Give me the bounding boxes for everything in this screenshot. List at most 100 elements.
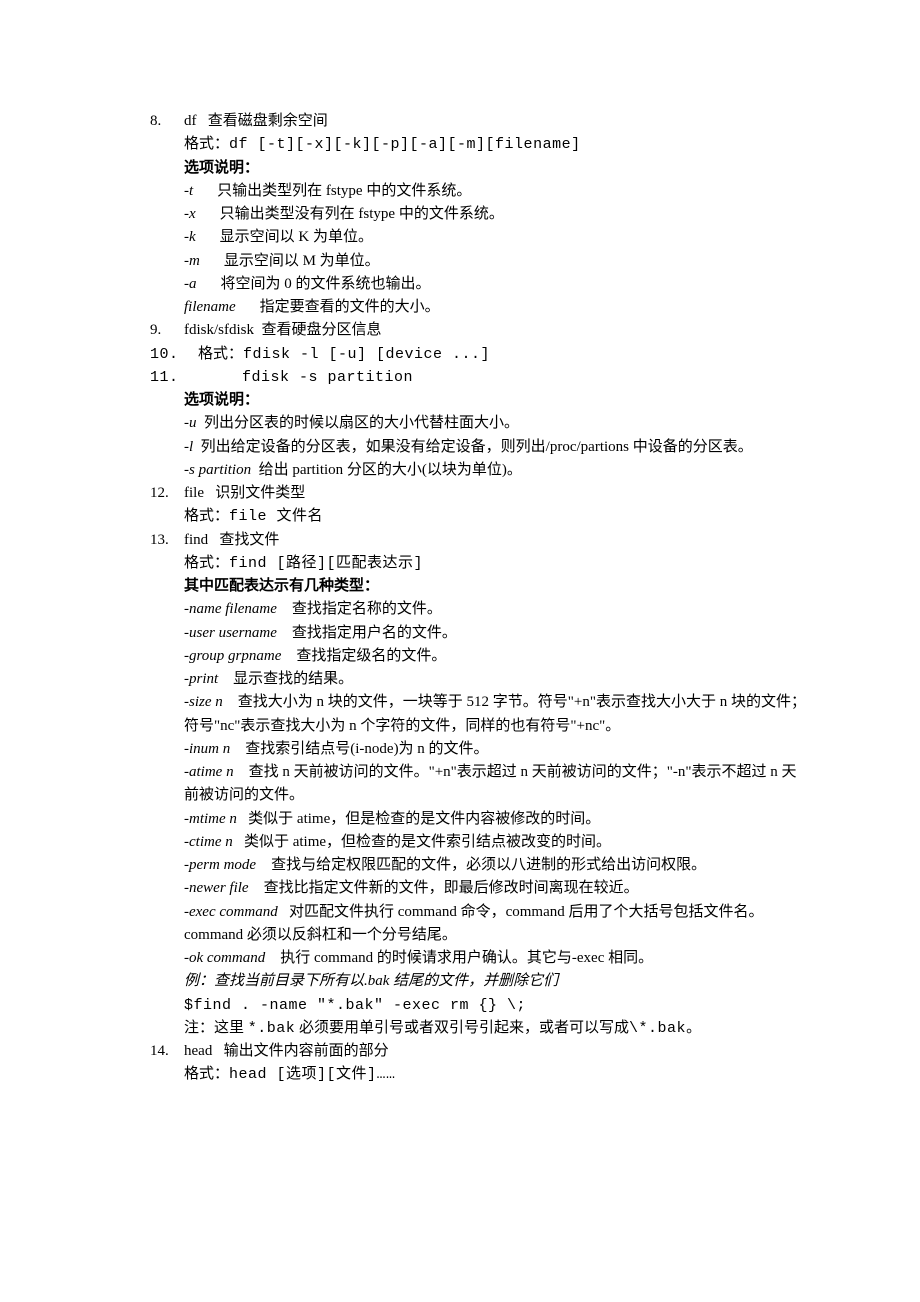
format-label: 格式： [184,508,229,524]
option-desc: 显示空间以 K 为单位。 [220,229,373,245]
option-row: -l 列出给定设备的分区表，如果没有给定设备，则列出/proc/partions… [184,436,810,459]
option-row: -print 显示查找的结果。 [184,668,810,691]
option-row: -exec command 对匹配文件执行 command 命令，command… [184,901,810,948]
option-row: -mtime n 类似于 atime，但是检查的是文件内容被修改的时间。 [184,808,810,831]
cmd-name: file [184,485,204,501]
option-flag: -x [184,206,196,222]
item-title: df 查看磁盘剩余空间 [184,110,810,133]
option-row: -t只输出类型列在 fstype 中的文件系统。 [184,180,810,203]
option-flag: -newer file [184,880,249,896]
note-end: 。 [686,1020,701,1036]
item-title: find 查找文件 [184,529,810,552]
cmd-desc: 查看磁盘剩余空间 [208,113,328,129]
option-desc: 类似于 atime，但是检查的是文件内容被修改的时间。 [248,811,600,827]
option-flag: -size n [184,694,223,710]
item-number: 11. [150,366,198,389]
cmd-desc: 识别文件类型 [215,485,305,501]
option-desc: 给出 partition 分区的大小(以块为单位)。 [259,462,522,478]
option-row: -m显示空间以 M 为单位。 [184,250,810,273]
item-body: file 识别文件类型 格式：file 文件名 [184,482,810,529]
option-desc: 查找指定名称的文件。 [292,601,442,617]
item-13: 13. find 查找文件 格式：find [路径][匹配表达示] 其中匹配表达… [150,529,810,1041]
format-code: file 文件名 [229,508,323,525]
option-flag: -ok command [184,950,265,966]
option-row: -ctime n 类似于 atime，但检查的是文件索引结点被改变的时间。 [184,831,810,854]
option-flag: -ctime n [184,834,233,850]
item-number: 10. [150,343,198,366]
cmd-name: df [184,113,197,129]
format-line: 格式：file 文件名 [184,505,810,528]
item-body: df 查看磁盘剩余空间 格式：df [-t][-x][-k][-p][-a][-… [184,110,810,319]
option-desc: 查找与给定权限匹配的文件，必须以八进制的形式给出访问权限。 [271,857,706,873]
option-flag: -user username [184,625,277,641]
option-row: -inum n 查找索引结点号(i-node)为 n 的文件。 [184,738,810,761]
item-title: head 输出文件内容前面的部分 [184,1040,810,1063]
option-flag: -l [184,439,193,455]
example-label: 例：查找当前目录下所有以.bak 结尾的文件，并删除它们 [184,970,810,993]
options-label: 选项说明： [184,157,810,180]
cmd-desc: 查找文件 [219,532,279,548]
option-flag: -print [184,671,218,687]
option-row: -a 将空间为 0 的文件系统也输出。 [184,273,810,296]
options-label: 选项说明： [184,389,810,412]
option-desc: 只输出类型没有列在 fstype 中的文件系统。 [220,206,504,222]
format-code: fdisk -s partition [198,369,413,386]
option-flag: -perm mode [184,857,256,873]
option-flag: -mtime n [184,811,237,827]
option-desc: 查找指定级名的文件。 [296,648,446,664]
format-label: 格式： [184,555,229,571]
option-row: -u 列出分区表的时候以扇区的大小代替柱面大小。 [184,412,810,435]
item-body: 选项说明： -u 列出分区表的时候以扇区的大小代替柱面大小。 -l 列出给定设备… [184,389,810,482]
option-flag: -a [184,276,197,292]
format-label: 格式： [184,136,229,152]
cmd-name: head [184,1043,212,1059]
item-9: 9. fdisk/sfdisk 查看硬盘分区信息 [150,319,810,342]
note-prefix: 注：这里 [184,1020,248,1036]
option-desc: 显示查找的结果。 [233,671,353,687]
option-desc: 查找比指定文件新的文件，即最后修改时间离现在较近。 [264,880,639,896]
option-row: -atime n 查找 n 天前被访问的文件。"+n"表示超过 n 天前被访问的… [184,761,810,808]
option-row: -x 只输出类型没有列在 fstype 中的文件系统。 [184,203,810,226]
option-flag: -inum n [184,741,230,757]
option-desc: 查找索引结点号(i-node)为 n 的文件。 [245,741,488,757]
option-row: -group grpname 查找指定级名的文件。 [184,645,810,668]
option-flag: -s partition [184,462,251,478]
option-desc: 查找指定用户名的文件。 [292,625,457,641]
item-12: 12. file 识别文件类型 格式：file 文件名 [150,482,810,529]
format-line: 格式：df [-t][-x][-k][-p][-a][-m][filename] [184,133,810,156]
example-code: $find . -name "*.bak" -exec rm {} \; [184,994,810,1017]
format-label: 格式： [184,1066,229,1082]
option-desc: 将空间为 0 的文件系统也输出。 [221,276,431,292]
note-line: 注：这里 *.bak 必须要用单引号或者双引号引起来，或者可以写成\*.bak。 [184,1017,810,1040]
item-10: 10. 格式：fdisk -l [-u] [device ...] [150,343,810,366]
option-flag: -group grpname [184,648,281,664]
option-row: -size n 查找大小为 n 块的文件，一块等于 512 字节。符号"+n"表… [184,691,810,738]
item-number: 14. [150,1040,184,1087]
option-row: -s partition 给出 partition 分区的大小(以块为单位)。 [184,459,810,482]
note-code: *.bak [248,1020,296,1037]
item-number: 13. [150,529,184,1041]
format-code: find [路径][匹配表达示] [229,555,423,572]
option-desc: 只输出类型列在 fstype 中的文件系统。 [217,183,471,199]
option-desc: 列出分区表的时候以扇区的大小代替柱面大小。 [204,415,519,431]
option-desc: 查找 n 天前被访问的文件。"+n"表示超过 n 天前被访问的文件；"-n"表示… [184,764,797,803]
option-desc: 列出给定设备的分区表，如果没有给定设备，则列出/proc/partions 中设… [201,439,753,455]
spacer [150,389,184,482]
format-label: 格式： [198,346,243,362]
option-row: -ok command 执行 command 的时候请求用户确认。其它与-exe… [184,947,810,970]
item-number: 8. [150,110,184,319]
option-row: -user username 查找指定用户名的文件。 [184,622,810,645]
option-desc: 指定要查看的文件的大小。 [260,299,440,315]
option-flag: -k [184,229,196,245]
format-code: head [选项][文件]…… [229,1066,396,1083]
item-11-options: 选项说明： -u 列出分区表的时候以扇区的大小代替柱面大小。 -l 列出给定设备… [150,389,810,482]
item-11: 11. fdisk -s partition [150,366,810,389]
item-8: 8. df 查看磁盘剩余空间 格式：df [-t][-x][-k][-p][-a… [150,110,810,319]
item-body: 格式：fdisk -l [-u] [device ...] [198,343,810,366]
cmd-name: fdisk/sfdisk [184,322,254,338]
item-body: find 查找文件 格式：find [路径][匹配表达示] 其中匹配表达示有几种… [184,529,810,1041]
item-title: file 识别文件类型 [184,482,810,505]
option-desc: 显示空间以 M 为单位。 [224,253,380,269]
option-desc: 查找大小为 n 块的文件，一块等于 512 字节。符号"+n"表示查找大小大于 … [184,694,806,733]
format-code: df [-t][-x][-k][-p][-a][-m][filename] [229,136,581,153]
